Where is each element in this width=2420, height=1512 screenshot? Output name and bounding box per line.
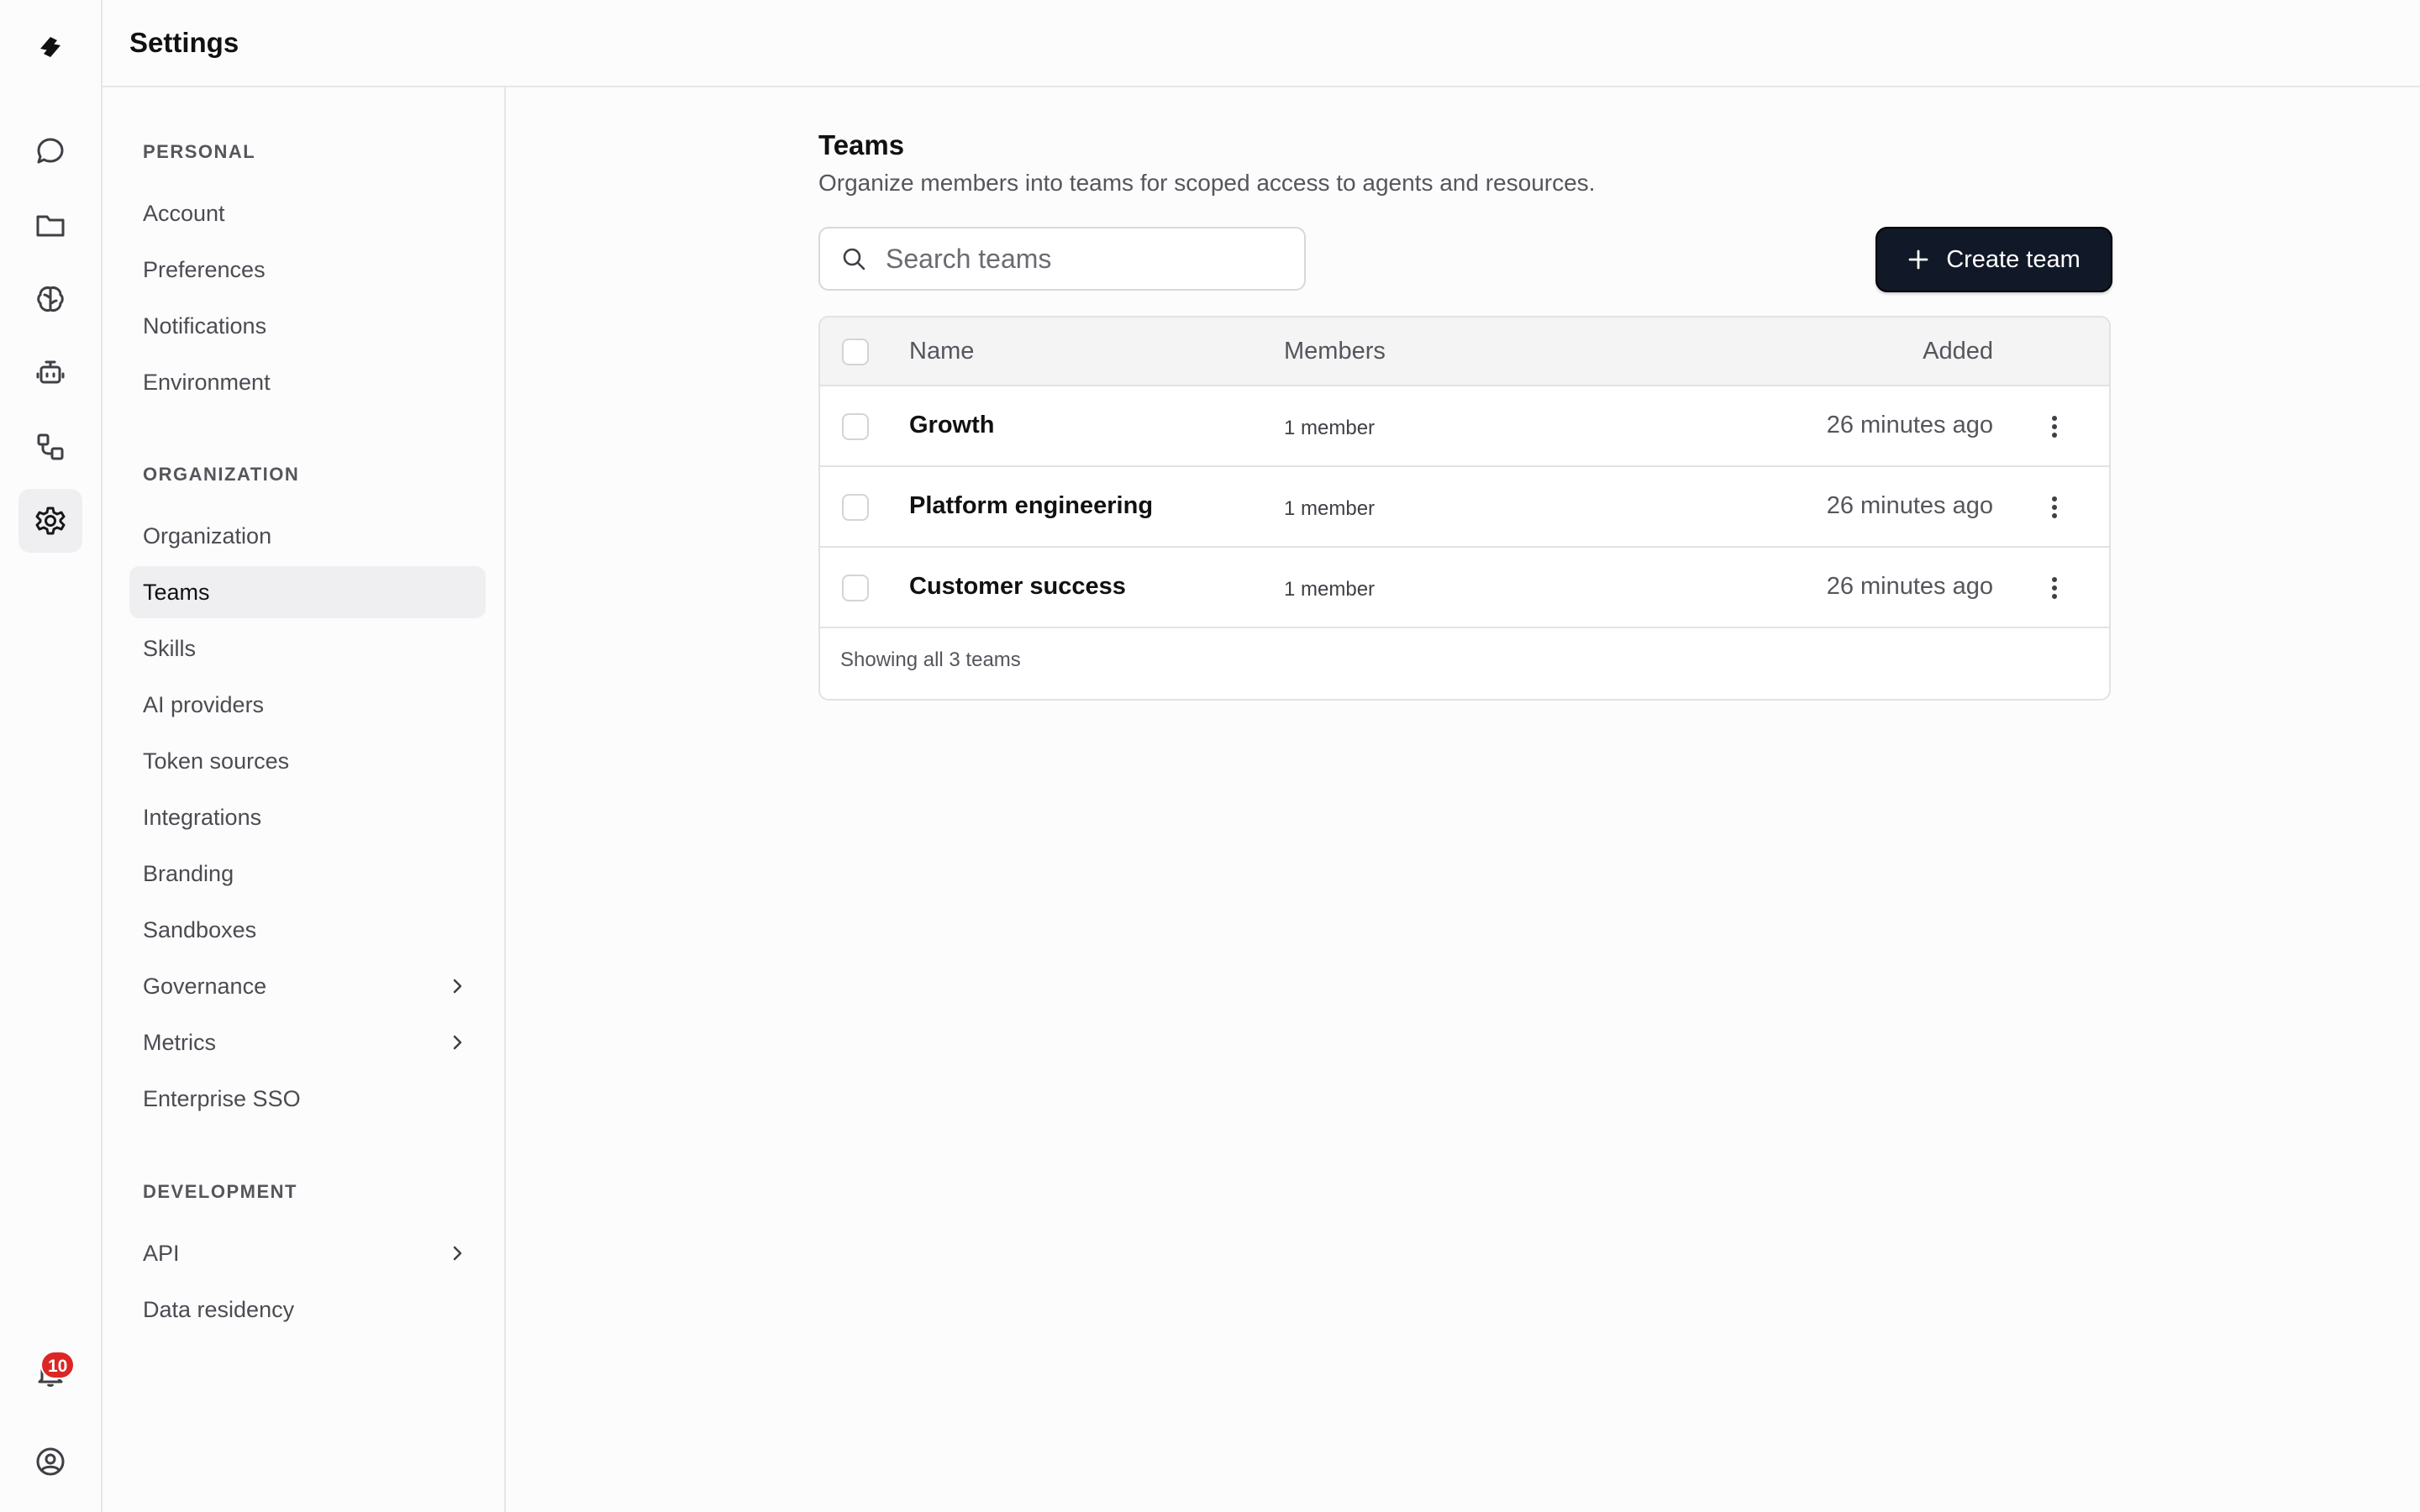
sidebar-item-teams[interactable]: Teams [129,566,486,618]
page-title: Teams [818,129,905,160]
teams-table: Name Members Added Growth 1 member 26 mi… [818,316,2111,701]
row-checkbox[interactable] [842,413,869,440]
main-content: Teams Organize members into teams for sc… [506,87,2420,1512]
team-added: 26 minutes ago [1826,492,1993,519]
team-name[interactable]: Growth [909,412,995,439]
search-icon [843,248,865,270]
chat-icon[interactable] [18,119,82,183]
team-name[interactable]: Platform engineering [909,492,1153,520]
sidebar-item-token-sources[interactable]: Token sources [129,735,486,787]
chevron-right-icon [453,979,462,994]
sidebar-item-data-residency[interactable]: Data residency [129,1284,486,1336]
sidebar-item-label: Governance [143,973,267,999]
bot-icon[interactable] [18,341,82,405]
sidebar-item-label: Account [143,200,225,226]
nav-section-organization: ORGANIZATION [143,464,300,485]
create-team-button[interactable]: Create team [1876,227,2112,292]
sidebar-item-label: Skills [143,635,197,661]
row-checkbox[interactable] [842,494,869,521]
chevron-right-icon [453,1035,462,1050]
chevron-right-icon [453,1246,462,1261]
settings-sidebar: PERSONAL Account Preferences Notificatio… [103,87,506,1512]
team-members: 1 member [1284,578,1376,601]
user-circle-icon[interactable] [18,1430,82,1494]
column-header-added[interactable]: Added [1923,338,1993,365]
table-row[interactable]: Growth 1 member 26 minutes ago [820,386,2109,467]
sidebar-item-label: Environment [143,369,271,395]
sidebar-item-label: Enterprise SSO [143,1085,301,1111]
sidebar-item-label: Metrics [143,1029,216,1055]
nav-section-development: DEVELOPMENT [143,1181,297,1202]
plus-icon [1908,249,1928,270]
sidebar-item-label: Data residency [143,1296,295,1322]
sidebar-item-label: Preferences [143,256,266,282]
icon-rail: 10 [0,0,103,1512]
sidebar-item-sandboxes[interactable]: Sandboxes [129,904,486,956]
sidebar-item-environment[interactable]: Environment [129,356,486,408]
table-row[interactable]: Platform engineering 1 member 26 minutes… [820,467,2109,548]
more-options-icon[interactable] [2040,492,2069,522]
table-row[interactable]: Customer success 1 member 26 minutes ago [820,548,2109,628]
sidebar-item-api[interactable]: API [129,1227,486,1279]
team-added: 26 minutes ago [1826,573,1993,600]
sidebar-item-label: Organization [143,522,272,549]
nav-section-personal: PERSONAL [143,141,256,162]
row-checkbox[interactable] [842,575,869,601]
team-members: 1 member [1284,417,1376,439]
sidebar-item-branding[interactable]: Branding [129,848,486,900]
more-options-icon[interactable] [2040,573,2069,603]
top-header: Settings [103,0,2420,87]
page-subtitle: Organize members into teams for scoped a… [818,170,1596,196]
folder-icon[interactable] [18,193,82,257]
team-members: 1 member [1284,497,1376,520]
sidebar-item-skills[interactable]: Skills [129,622,486,675]
column-header-name[interactable]: Name [909,338,974,365]
sidebar-item-label: Notifications [143,312,267,339]
workflow-icon[interactable] [18,415,82,479]
sidebar-item-label: Integrations [143,804,262,830]
sidebar-item-label: AI providers [143,691,265,717]
select-all-checkbox[interactable] [842,339,869,365]
create-team-label: Create team [1946,245,2081,273]
page-header-title: Settings [129,27,239,58]
sidebar-item-label: API [143,1240,180,1266]
sidebar-item-label: Sandboxes [143,916,257,942]
sidebar-item-integrations[interactable]: Integrations [129,791,486,843]
sidebar-item-label: Branding [143,860,234,886]
sidebar-item-metrics[interactable]: Metrics [129,1016,486,1068]
more-options-icon[interactable] [2040,412,2069,442]
table-header: Name Members Added [820,318,2109,386]
gear-icon[interactable] [18,489,82,553]
team-name[interactable]: Customer success [909,573,1126,601]
sidebar-item-enterprise-sso[interactable]: Enterprise SSO [129,1073,486,1125]
notification-count-badge: 10 [40,1351,76,1379]
sidebar-item-account[interactable]: Account [129,187,486,239]
sidebar-item-preferences[interactable]: Preferences [129,244,486,296]
sidebar-item-governance[interactable]: Governance [129,960,486,1012]
sidebar-item-notifications[interactable]: Notifications [129,300,486,352]
search-box [818,227,1306,291]
sidebar-item-label: Token sources [143,748,290,774]
sidebar-item-label: Teams [143,579,210,605]
brain-icon[interactable] [18,267,82,331]
column-header-members[interactable]: Members [1284,338,1386,365]
sidebar-item-ai-providers[interactable]: AI providers [129,679,486,731]
sidebar-item-organization[interactable]: Organization [129,510,486,562]
team-added: 26 minutes ago [1826,412,1993,438]
table-footer-count: Showing all 3 teams [840,648,1021,671]
logo-icon[interactable] [18,15,82,79]
search-input[interactable] [886,243,1289,275]
